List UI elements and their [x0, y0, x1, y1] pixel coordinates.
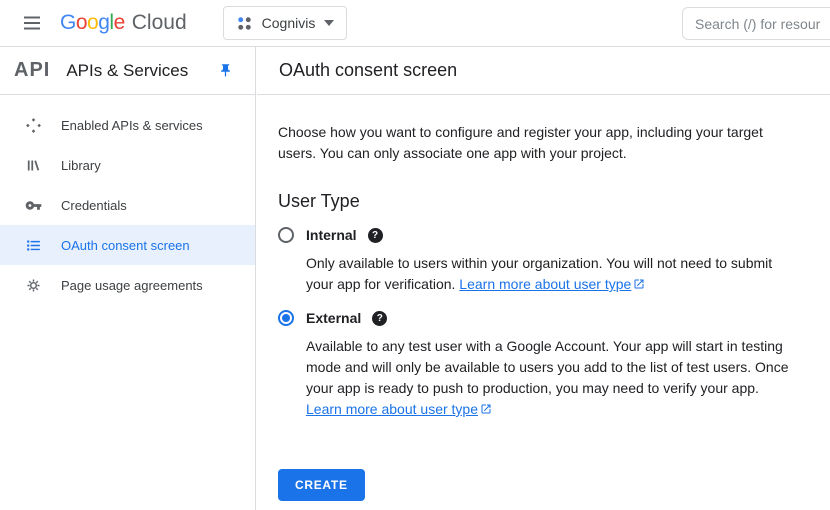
- search-input[interactable]: [682, 7, 830, 40]
- sidebar-item-page-usage-agreements[interactable]: Page usage agreements: [0, 265, 255, 305]
- page-title: OAuth consent screen: [279, 60, 457, 81]
- main-header: OAuth consent screen: [257, 47, 830, 95]
- project-name: Cognivis: [262, 15, 316, 31]
- user-type-option-internal: Internal ? Only available to users withi…: [278, 227, 806, 295]
- google-cloud-logo[interactable]: G o o g l e Cloud: [60, 11, 187, 35]
- help-icon[interactable]: ?: [372, 311, 387, 326]
- external-label[interactable]: External: [306, 310, 361, 326]
- chevron-down-icon: [324, 20, 334, 26]
- sidebar-item-label: Enabled APIs & services: [61, 118, 203, 133]
- logo-letter: o: [87, 11, 98, 35]
- pin-button[interactable]: [211, 57, 239, 85]
- logo-letter: g: [98, 11, 109, 35]
- sidebar-item-label: OAuth consent screen: [61, 238, 190, 253]
- api-logo: API: [14, 59, 50, 82]
- sidebar-item-label: Library: [61, 158, 101, 173]
- main-panel: OAuth consent screen Choose how you want…: [257, 47, 830, 510]
- logo-letter: o: [76, 11, 87, 35]
- user-type-heading: User Type: [278, 191, 806, 212]
- top-bar: G o o g l e Cloud Cognivis: [0, 0, 830, 47]
- internal-radio[interactable]: [278, 227, 294, 243]
- sidebar-nav: Enabled APIs & services Library Credenti…: [0, 95, 255, 305]
- external-description: Available to any test user with a Google…: [306, 336, 800, 420]
- link-text: Learn more about user type: [306, 401, 478, 417]
- logo-letter: e: [114, 11, 125, 35]
- logo-letter: G: [60, 11, 76, 35]
- external-link-icon: [633, 278, 645, 290]
- external-radio[interactable]: [278, 310, 294, 326]
- key-icon: [25, 197, 42, 214]
- main-menu-button[interactable]: [12, 3, 52, 43]
- oauth-consent-icon: [25, 237, 42, 254]
- learn-more-link[interactable]: Learn more about user type: [306, 401, 492, 417]
- project-selector-button[interactable]: Cognivis: [223, 6, 348, 40]
- internal-description: Only available to users within your orga…: [306, 253, 800, 295]
- page-usage-icon: [25, 277, 42, 294]
- sidebar-item-library[interactable]: Library: [0, 145, 255, 185]
- sidebar-item-oauth-consent-screen[interactable]: OAuth consent screen: [0, 225, 255, 265]
- sidebar-item-credentials[interactable]: Credentials: [0, 185, 255, 225]
- help-icon[interactable]: ?: [368, 228, 383, 243]
- main-content: Choose how you want to configure and reg…: [257, 95, 830, 501]
- project-icon: [236, 15, 253, 32]
- create-button[interactable]: CREATE: [278, 469, 365, 501]
- enabled-apis-icon: [25, 117, 42, 134]
- intro-text: Choose how you want to configure and reg…: [278, 122, 794, 164]
- option-head: Internal ?: [278, 227, 806, 243]
- user-type-option-external: External ? Available to any test user wi…: [278, 310, 806, 420]
- learn-more-link[interactable]: Learn more about user type: [459, 276, 645, 292]
- internal-label[interactable]: Internal: [306, 227, 357, 243]
- pin-icon: [218, 63, 233, 78]
- sidebar-item-label: Credentials: [61, 198, 127, 213]
- sidebar-title: APIs & Services: [66, 61, 211, 81]
- external-link-icon: [480, 403, 492, 415]
- link-text: Learn more about user type: [459, 276, 631, 292]
- sidebar-item-enabled-apis[interactable]: Enabled APIs & services: [0, 105, 255, 145]
- hamburger-icon: [23, 14, 41, 32]
- description-text: Available to any test user with a Google…: [306, 338, 789, 396]
- sidebar-item-label: Page usage agreements: [61, 278, 203, 293]
- sidebar: API APIs & Services Enabled APIs & servi…: [0, 47, 256, 510]
- option-head: External ?: [278, 310, 806, 326]
- library-icon: [25, 157, 42, 174]
- logo-cloud-text: Cloud: [132, 11, 187, 35]
- sidebar-header: API APIs & Services: [0, 47, 255, 95]
